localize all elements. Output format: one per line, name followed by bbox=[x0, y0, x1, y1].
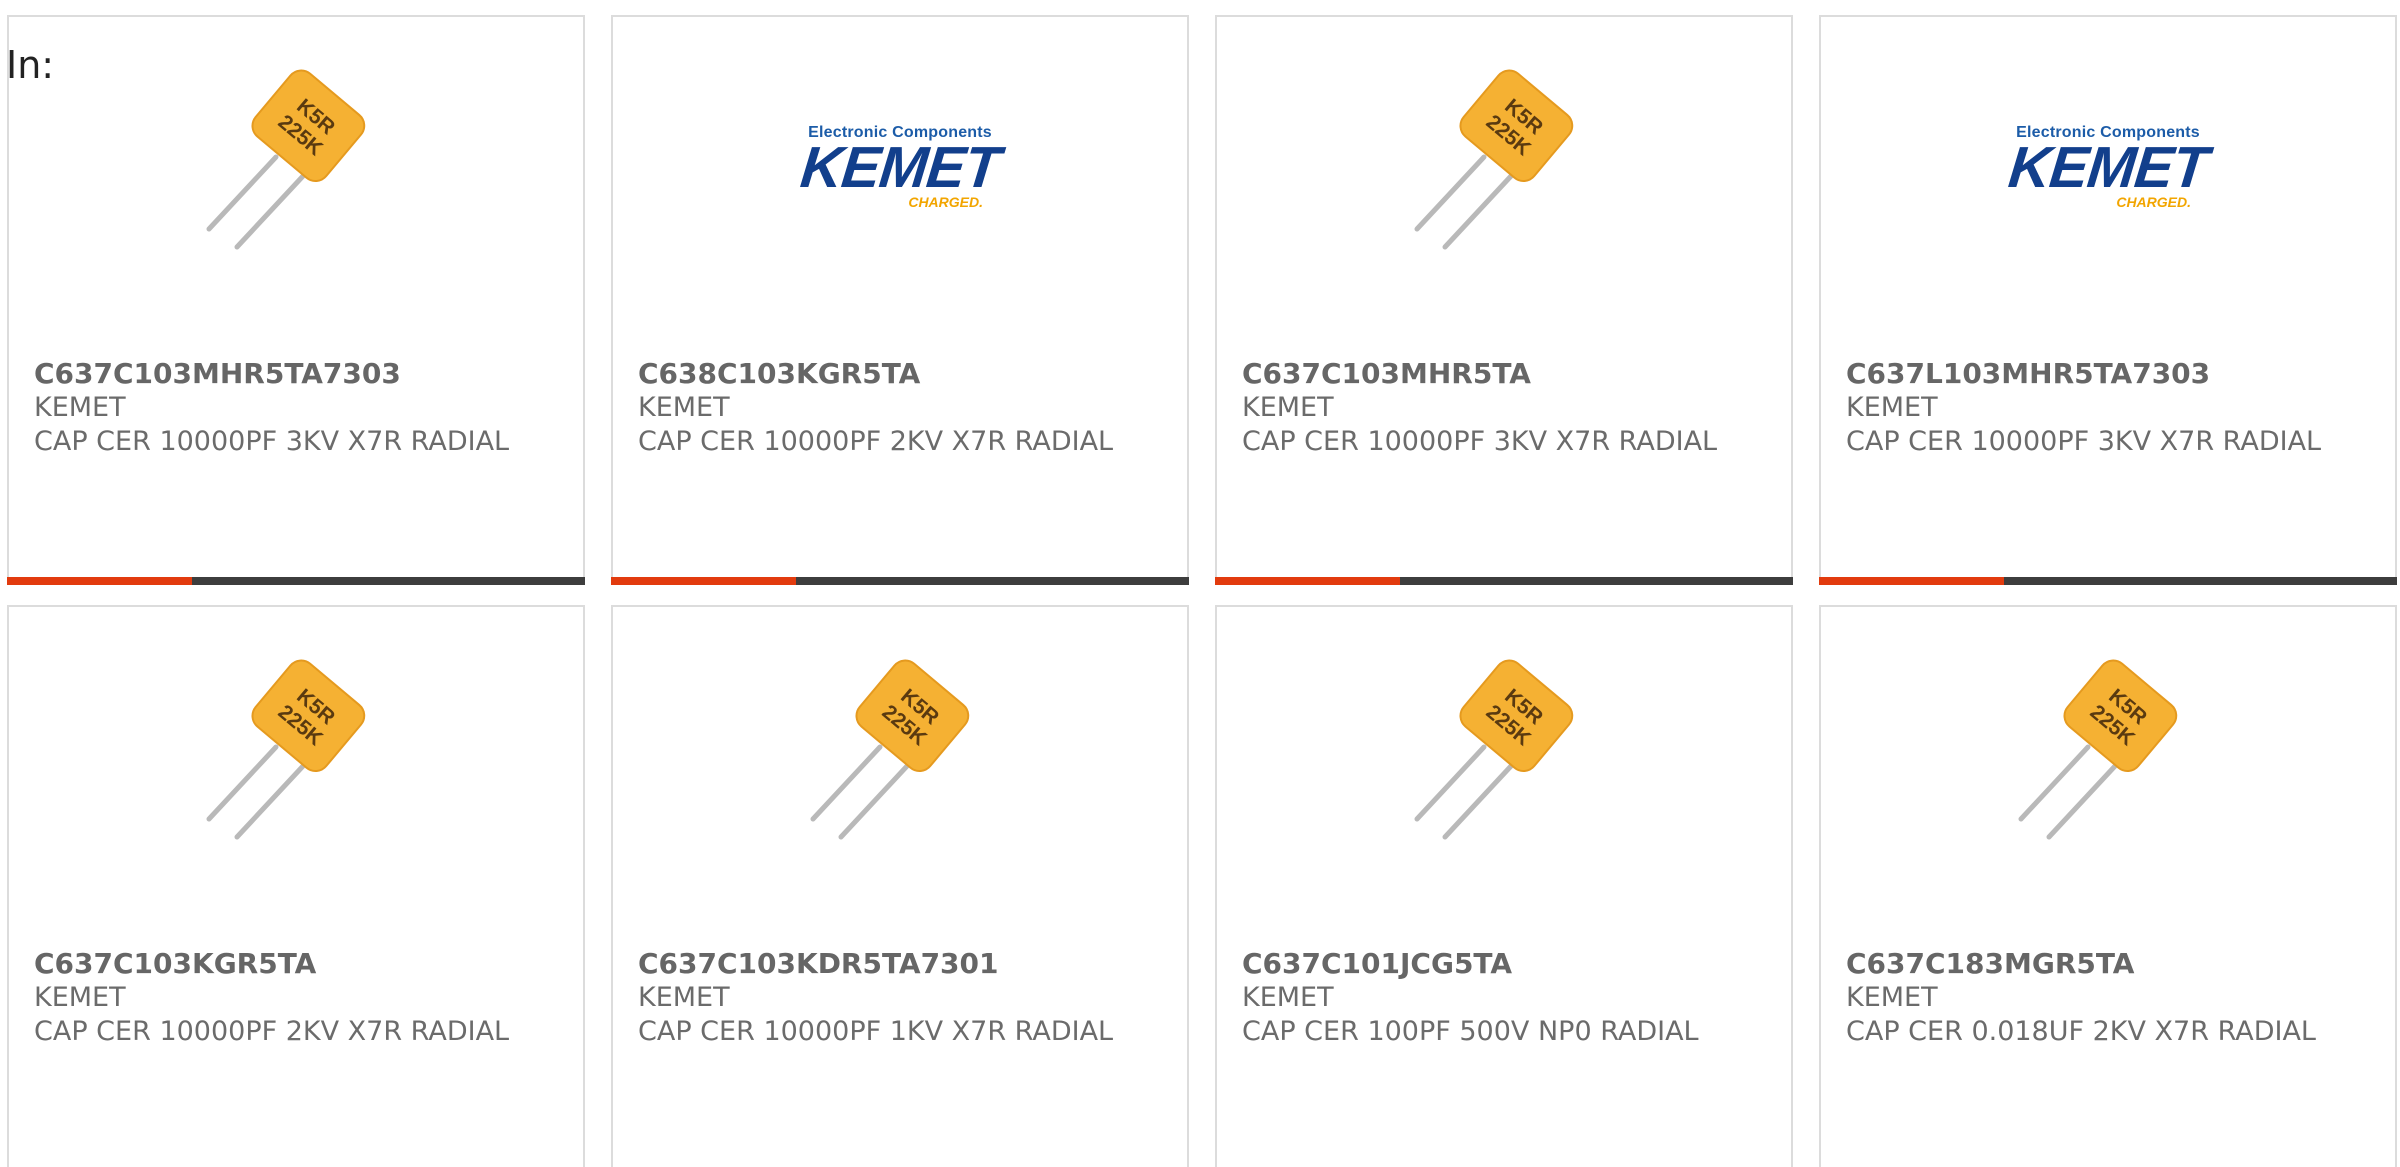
capacitor-icon: K5R 225K bbox=[810, 659, 970, 840]
manufacturer: KEMET bbox=[1242, 982, 1334, 1013]
product-image[interactable]: K5R 225K bbox=[1217, 17, 1791, 317]
product-card[interactable]: Electronic Components KEMET CHARGED. C63… bbox=[611, 15, 1189, 585]
description: CAP CER 10000PF 2KV X7R RADIAL bbox=[34, 1016, 510, 1047]
product-info: C638C103KGR5TA KEMET CAP CER 10000PF 2KV… bbox=[638, 357, 1167, 459]
product-info: C637L103MHR5TA7303 KEMET CAP CER 10000PF… bbox=[1846, 357, 2375, 459]
part-number[interactable]: C637C103KDR5TA7301 bbox=[638, 947, 1167, 981]
kemet-logo: Electronic Components KEMET CHARGED. bbox=[2003, 124, 2213, 210]
manufacturer: KEMET bbox=[638, 392, 730, 423]
description: CAP CER 10000PF 1KV X7R RADIAL bbox=[638, 1016, 1114, 1047]
part-number[interactable]: C637C183MGR5TA bbox=[1846, 947, 2375, 981]
product-grid-page: In: K5R 225K C637C103MHR5TA7303 KEMET CA… bbox=[0, 0, 2400, 1167]
card-bottom-bar bbox=[611, 577, 1189, 585]
product-card[interactable]: K5R 225K C637C103KGR5TA KEMET CAP CER 10… bbox=[7, 605, 585, 1167]
description: CAP CER 10000PF 3KV X7R RADIAL bbox=[34, 426, 510, 457]
manufacturer: KEMET bbox=[1846, 982, 1938, 1013]
product-image[interactable]: K5R 225K bbox=[9, 607, 583, 907]
manufacturer: KEMET bbox=[34, 982, 126, 1013]
card-accent-bar bbox=[1215, 577, 1400, 585]
product-card[interactable]: K5R 225K C637C103MHR5TA KEMET CAP CER 10… bbox=[1215, 15, 1793, 585]
manufacturer: KEMET bbox=[638, 982, 730, 1013]
card-bottom-bar bbox=[1819, 577, 2397, 585]
product-info: C637C101JCG5TA KEMET CAP CER 100PF 500V … bbox=[1242, 947, 1771, 1049]
description: CAP CER 100PF 500V NP0 RADIAL bbox=[1242, 1016, 1699, 1047]
logo-wordmark: KEMET bbox=[797, 135, 1003, 200]
product-info: C637C103KGR5TA KEMET CAP CER 10000PF 2KV… bbox=[34, 947, 563, 1049]
card-bottom-bar bbox=[1215, 577, 1793, 585]
filter-label: In: bbox=[6, 43, 55, 87]
description: CAP CER 10000PF 2KV X7R RADIAL bbox=[638, 426, 1114, 457]
card-accent-bar bbox=[1819, 577, 2004, 585]
product-info: C637C103MHR5TA KEMET CAP CER 10000PF 3KV… bbox=[1242, 357, 1771, 459]
capacitor-icon: K5R 225K bbox=[1414, 659, 1574, 840]
part-number[interactable]: C637C101JCG5TA bbox=[1242, 947, 1771, 981]
product-image[interactable]: Electronic Components KEMET CHARGED. bbox=[613, 17, 1187, 317]
product-image[interactable]: K5R 225K bbox=[1821, 607, 2395, 907]
product-card[interactable]: K5R 225K C637C103KDR5TA7301 KEMET CAP CE… bbox=[611, 605, 1189, 1167]
product-card[interactable]: K5R 225K C637C183MGR5TA KEMET CAP CER 0.… bbox=[1819, 605, 2397, 1167]
part-number[interactable]: C637C103KGR5TA bbox=[34, 947, 563, 981]
product-info: C637C103KDR5TA7301 KEMET CAP CER 10000PF… bbox=[638, 947, 1167, 1049]
part-number[interactable]: C637L103MHR5TA7303 bbox=[1846, 357, 2375, 391]
product-image[interactable]: K5R 225K bbox=[9, 17, 583, 317]
product-image[interactable]: K5R 225K bbox=[1217, 607, 1791, 907]
card-accent-bar bbox=[611, 577, 796, 585]
card-bottom-bar bbox=[7, 577, 585, 585]
capacitor-icon: K5R 225K bbox=[2018, 659, 2178, 840]
part-number[interactable]: C637C103MHR5TA bbox=[1242, 357, 1771, 391]
capacitor-icon: K5R 225K bbox=[1414, 69, 1574, 250]
description: CAP CER 10000PF 3KV X7R RADIAL bbox=[1242, 426, 1718, 457]
product-card[interactable]: K5R 225K C637C101JCG5TA KEMET CAP CER 10… bbox=[1215, 605, 1793, 1167]
capacitor-icon: K5R 225K bbox=[206, 69, 366, 250]
description: CAP CER 0.018UF 2KV X7R RADIAL bbox=[1846, 1016, 2316, 1047]
product-info: C637C103MHR5TA7303 KEMET CAP CER 10000PF… bbox=[34, 357, 563, 459]
product-card[interactable]: Electronic Components KEMET CHARGED. C63… bbox=[1819, 15, 2397, 585]
product-card[interactable]: K5R 225K C637C103MHR5TA7303 KEMET CAP CE… bbox=[7, 15, 585, 585]
kemet-logo: Electronic Components KEMET CHARGED. bbox=[795, 124, 1005, 210]
product-info: C637C183MGR5TA KEMET CAP CER 0.018UF 2KV… bbox=[1846, 947, 2375, 1049]
manufacturer: KEMET bbox=[34, 392, 126, 423]
description: CAP CER 10000PF 3KV X7R RADIAL bbox=[1846, 426, 2322, 457]
part-number[interactable]: C637C103MHR5TA7303 bbox=[34, 357, 563, 391]
logo-wordmark: KEMET bbox=[2005, 135, 2211, 200]
card-accent-bar bbox=[7, 577, 192, 585]
part-number[interactable]: C638C103KGR5TA bbox=[638, 357, 1167, 391]
product-image[interactable]: K5R 225K bbox=[613, 607, 1187, 907]
manufacturer: KEMET bbox=[1242, 392, 1334, 423]
product-image[interactable]: Electronic Components KEMET CHARGED. bbox=[1821, 17, 2395, 317]
capacitor-icon: K5R 225K bbox=[206, 659, 366, 840]
manufacturer: KEMET bbox=[1846, 392, 1938, 423]
